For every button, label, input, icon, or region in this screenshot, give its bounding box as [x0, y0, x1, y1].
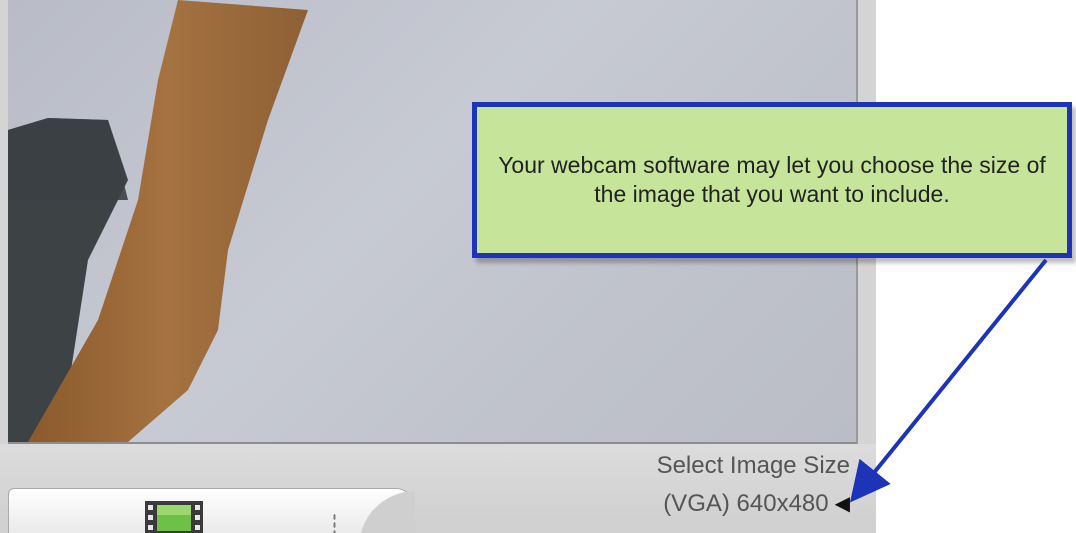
- arrow-line: [849, 258, 1048, 503]
- toolbar-corner: [345, 487, 415, 533]
- callout-text: Your webcam software may let you choose …: [498, 152, 1046, 207]
- capture-toolbar: [8, 487, 415, 533]
- triangle-left-icon[interactable]: ◀: [835, 494, 850, 514]
- image-size-selector[interactable]: (VGA) 640x480 ◀: [560, 490, 850, 518]
- callout-box: Your webcam software may let you choose …: [472, 102, 1072, 258]
- webcam-app-window: Select Image Size (VGA) 640x480 ◀: [0, 0, 876, 533]
- shirt-sleeve-shape: [8, 118, 128, 200]
- select-image-size-label: Select Image Size: [656, 452, 850, 479]
- film-icon[interactable]: [145, 501, 203, 533]
- image-size-value: (VGA) 640x480: [663, 490, 829, 517]
- toolbar-separator: [333, 513, 336, 533]
